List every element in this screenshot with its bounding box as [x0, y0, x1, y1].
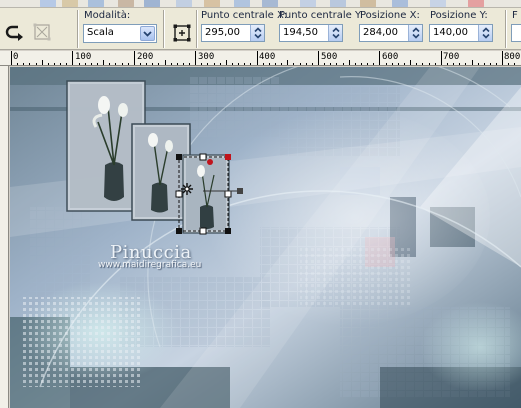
- ruler-tick-label: 0: [13, 52, 19, 62]
- center-x-input[interactable]: 295,00: [201, 24, 265, 42]
- ruler-tick-label: 800: [504, 52, 521, 62]
- toolbar-icon[interactable]: [204, 0, 220, 7]
- mode-label: Modalità:: [84, 10, 131, 21]
- canvas-artwork: [10, 67, 521, 408]
- transform-disabled-icon[interactable]: [32, 22, 52, 42]
- toolbar-icon[interactable]: [300, 0, 316, 7]
- cut-off-input[interactable]: [511, 24, 521, 42]
- ruler-tick-label: 400: [259, 52, 276, 62]
- ruler-tick-label: 300: [198, 52, 215, 62]
- toolbar-icon[interactable]: [360, 0, 376, 7]
- toolbar-icon[interactable]: [430, 0, 446, 7]
- center-point-icon[interactable]: [172, 23, 192, 43]
- position-y-value: 140,00: [433, 27, 468, 38]
- cut-off-label: F: [512, 10, 518, 21]
- toolbar-icon[interactable]: [262, 0, 278, 7]
- position-x-label: Posizione X:: [360, 10, 420, 21]
- separator: [77, 10, 79, 48]
- ruler-tick-label: 600: [382, 52, 399, 62]
- center-x-label: Punto centrale X:: [201, 10, 288, 21]
- mode-select[interactable]: Scala: [83, 24, 157, 43]
- center-y-input[interactable]: 194,50: [279, 24, 343, 42]
- center-y-label: Punto centrale Y:: [279, 10, 364, 21]
- position-x-value: 284,00: [363, 27, 398, 38]
- ruler-tick-label: 500: [321, 52, 338, 62]
- horizontal-ruler: 0 100 200 300 400 500 600 700 800: [0, 51, 521, 66]
- position-y-input[interactable]: 140,00: [429, 24, 493, 42]
- separator: [505, 10, 507, 48]
- toolbar-icon[interactable]: [392, 0, 408, 7]
- toolbar-icon[interactable]: [144, 0, 160, 7]
- toolbar-icon[interactable]: [62, 0, 78, 7]
- toolbar-icon[interactable]: [176, 0, 192, 7]
- toolbar-icon[interactable]: [40, 0, 56, 7]
- reset-arrow-icon[interactable]: [4, 22, 24, 42]
- ruler-tick-label: 700: [443, 52, 460, 62]
- position-x-input[interactable]: 284,00: [359, 24, 423, 42]
- ruler-tick-label: 100: [75, 52, 92, 62]
- toolbar-icon[interactable]: [234, 0, 250, 7]
- top-toolbar-strip: [0, 0, 521, 8]
- ruler-tick-label: 200: [137, 52, 154, 62]
- toolbar-icon[interactable]: [330, 0, 346, 7]
- toolbar-icon[interactable]: [468, 0, 484, 7]
- spin-updown-icon[interactable]: [250, 25, 264, 41]
- vertical-ruler: [0, 66, 9, 408]
- spin-updown-icon[interactable]: [328, 25, 342, 41]
- center-y-value: 194,50: [283, 27, 318, 38]
- spin-updown-icon[interactable]: [408, 25, 422, 41]
- image-canvas[interactable]: Pinuccia www.maidiregrafica.eu: [10, 67, 521, 408]
- position-y-label: Posizione Y:: [430, 10, 488, 21]
- center-x-value: 295,00: [205, 27, 240, 38]
- watermark-url: www.maidiregrafica.eu: [98, 260, 202, 270]
- separator: [163, 10, 165, 48]
- mode-select-value: Scala: [87, 27, 114, 38]
- toolbar-icon[interactable]: [118, 0, 134, 7]
- toolbar-icon[interactable]: [88, 0, 104, 7]
- chevron-down-icon[interactable]: [140, 26, 155, 41]
- tool-options-bar: Modalità: Scala Punto centrale X: 295,00…: [0, 8, 521, 50]
- spin-updown-icon[interactable]: [478, 25, 492, 41]
- separator: [196, 10, 198, 48]
